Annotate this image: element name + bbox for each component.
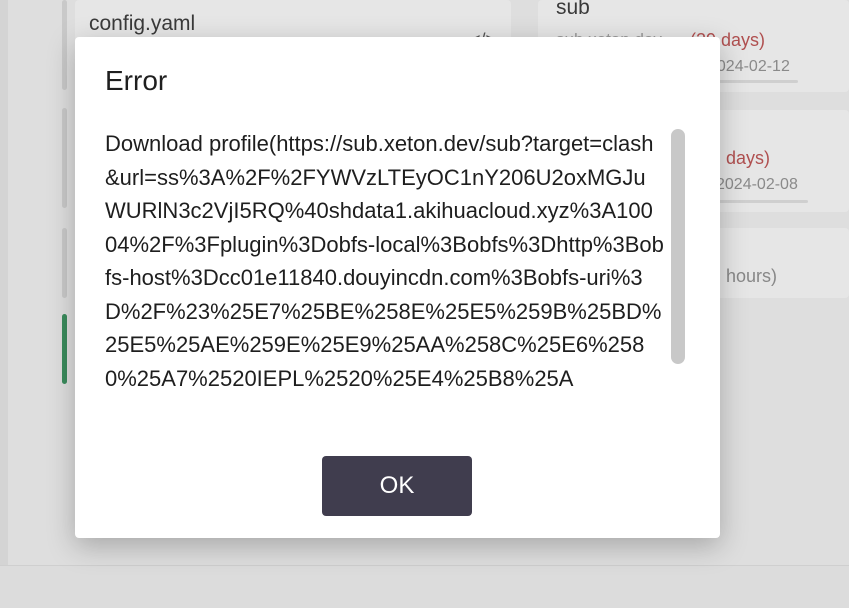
error-dialog: Error Download profile(https://sub.xeton…	[75, 37, 720, 538]
dialog-scrollbar[interactable]	[671, 129, 685, 424]
dialog-message-container[interactable]: Download profile(https://sub.xeton.dev/s…	[105, 127, 665, 427]
scrollbar-thumb[interactable]	[671, 129, 685, 364]
dialog-message: Download profile(https://sub.xeton.dev/s…	[105, 131, 664, 391]
ok-button[interactable]: OK	[322, 456, 472, 516]
dialog-title: Error	[105, 65, 168, 96]
